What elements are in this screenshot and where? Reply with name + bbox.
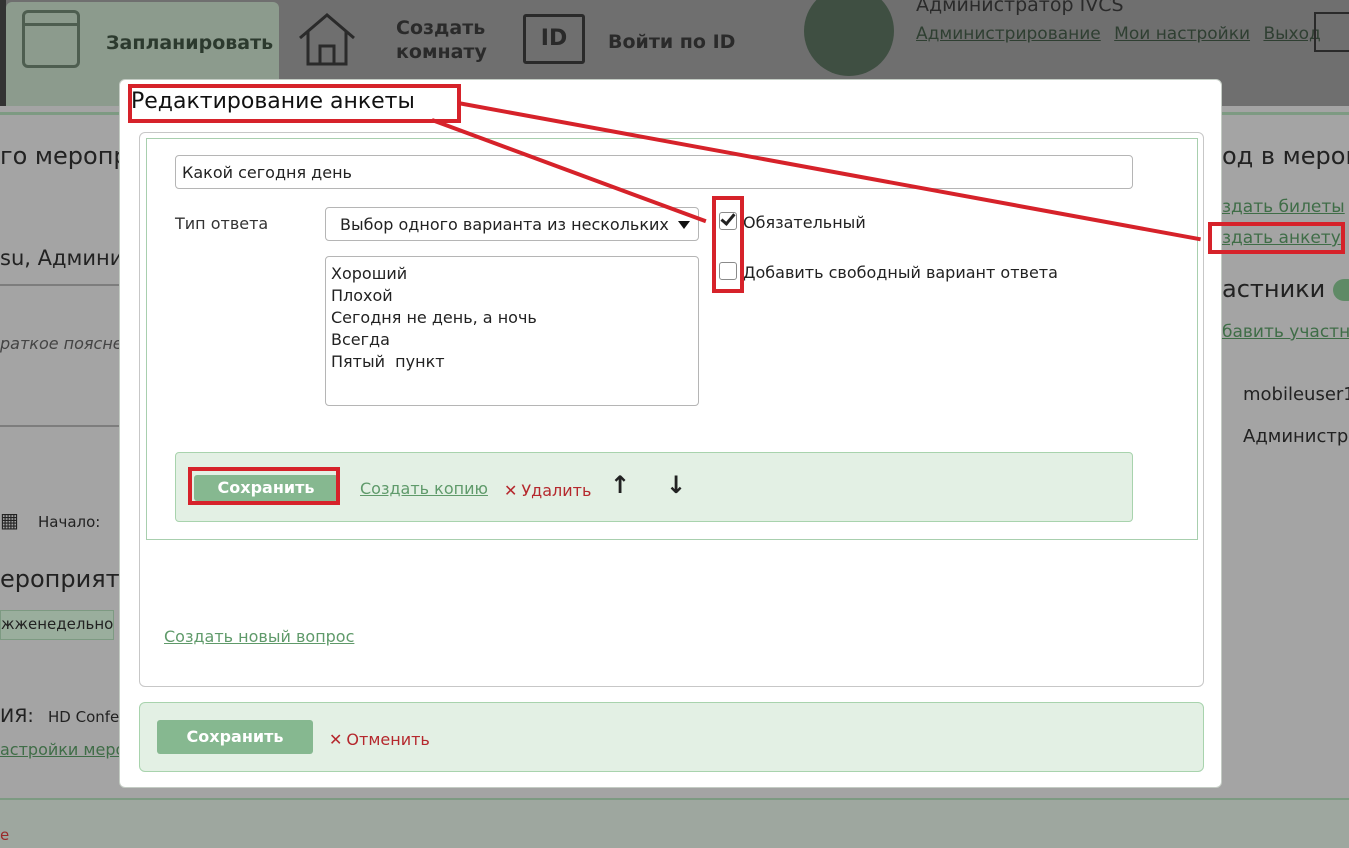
link-administration[interactable]: Администрирование: [916, 24, 1101, 44]
annotation-create-form-box: [1208, 222, 1345, 254]
questions-panel: Тип ответа Выбор одного варианта из неск…: [139, 132, 1204, 687]
add-participant-link[interactable]: бавить участн: [1222, 322, 1349, 342]
organizer-underline: [0, 284, 119, 286]
user-links: Администрирование Мои настройки Выход: [916, 24, 1329, 44]
answer-type-label: Тип ответа: [175, 214, 269, 233]
recurrence-weekly-button[interactable]: жженедельно: [0, 610, 114, 640]
annotation-checkbox-box: [712, 196, 744, 293]
answer-option: Всегда: [331, 330, 390, 349]
edit-form-modal: Редактирование анкеты Тип ответа Выбор о…: [119, 79, 1222, 788]
nav-tab-schedule-label: Запланировать: [106, 32, 274, 54]
arrow-down-icon[interactable]: ↓: [666, 473, 686, 497]
bottom-red-link[interactable]: е: [0, 826, 9, 844]
participants-heading: астники: [1222, 275, 1326, 303]
answer-option: Сегодня не день, а ночь: [331, 308, 537, 327]
answer-type-value: Выбор одного варианта из нескольких: [340, 215, 669, 234]
link-logout[interactable]: Выход: [1263, 24, 1320, 44]
annotation-title-box: [128, 84, 461, 123]
close-icon: ✕: [329, 730, 343, 749]
participant-admin: Администра: [1243, 426, 1349, 447]
recurrence-heading: ероприяти: [0, 565, 136, 593]
form-save-button[interactable]: Сохранить: [157, 720, 313, 754]
start-label: Начало:: [38, 513, 101, 531]
create-tickets-link[interactable]: здать билеты: [1222, 197, 1345, 217]
required-label: Обязательный: [743, 213, 866, 232]
delete-label: Удалить: [521, 481, 592, 500]
answer-option: Хороший: [331, 264, 408, 283]
nav-login-by-id[interactable]: Войти по ID: [608, 30, 735, 54]
mail-icon[interactable]: [1314, 12, 1349, 52]
page-bottom-band: [0, 798, 1349, 848]
answer-option: Пятый пункт: [331, 352, 445, 371]
annotation-save-box: [188, 467, 340, 505]
id-icon[interactable]: ID: [523, 14, 585, 64]
link-my-settings[interactable]: Мои настройки: [1114, 24, 1250, 44]
event-heading: го меропр: [0, 142, 129, 170]
answer-type-select[interactable]: Выбор одного варианта из нескольких: [325, 207, 699, 241]
organizer-field[interactable]: su, Админи: [0, 246, 123, 270]
home-icon[interactable]: [298, 12, 356, 67]
calendar-icon: [22, 10, 80, 68]
question-text-input[interactable]: [175, 155, 1133, 189]
answer-options-textarea[interactable]: Хороший Плохой Сегодня не день, а ночь В…: [325, 256, 699, 406]
cancel-link[interactable]: ✕ Отменить: [329, 730, 430, 749]
participant-mobileuser: mobileuser1: [1243, 384, 1349, 405]
participants-count-badge: [1333, 279, 1349, 301]
join-heading: од в мероп: [1222, 142, 1349, 170]
nav-create-room[interactable]: Создать комнату: [396, 16, 496, 64]
event-type-label: ИЯ:: [0, 705, 34, 727]
event-type-value: HD Confe: [48, 708, 120, 726]
arrow-up-icon[interactable]: ↑: [610, 473, 630, 497]
modal-footer: Сохранить ✕ Отменить: [139, 702, 1204, 772]
calendar-small-icon[interactable]: ▦: [0, 508, 19, 532]
create-new-question-link[interactable]: Создать новый вопрос: [164, 627, 354, 646]
description-underline: [0, 425, 119, 427]
delete-link[interactable]: ✕ Удалить: [504, 481, 591, 500]
create-copy-link[interactable]: Создать копию: [360, 479, 488, 498]
free-answer-label: Добавить свободный вариант ответа: [743, 263, 1058, 282]
user-name: Администратор IVCS: [916, 0, 1124, 16]
event-settings-link[interactable]: астройки меро: [0, 740, 125, 759]
answer-option: Плохой: [331, 286, 393, 305]
close-icon: ✕: [504, 481, 518, 500]
cancel-label: Отменить: [346, 730, 430, 749]
caret-down-icon: [678, 221, 690, 229]
description-hint: раткое поясне: [0, 334, 123, 353]
